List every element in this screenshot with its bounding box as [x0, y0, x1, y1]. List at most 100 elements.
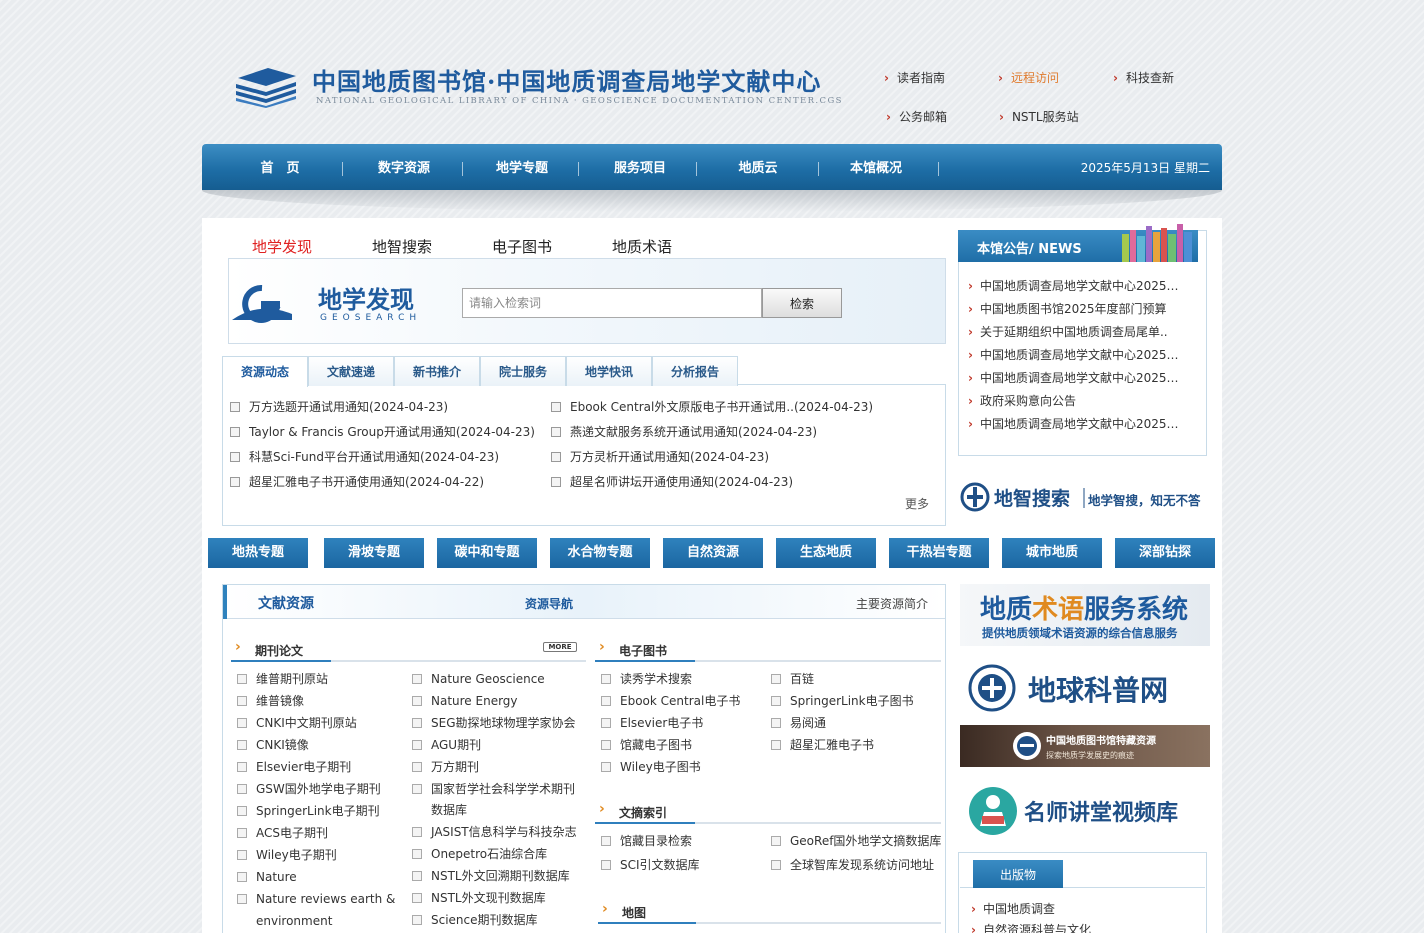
index-link[interactable]: GeoRef国外地学文摘数据库	[771, 830, 941, 852]
search-input[interactable]	[462, 288, 762, 318]
journal-link[interactable]: NSTL外文回溯期刊数据库	[412, 865, 570, 887]
topic-natural-resources[interactable]: 自然资源	[663, 538, 763, 568]
nav-geo-cloud[interactable]: 地质云	[706, 144, 810, 190]
ebook-link[interactable]: 超星汇雅电子书	[771, 734, 874, 756]
news-tab-resource-updates[interactable]: 资源动态	[222, 356, 308, 387]
journals-more-badge[interactable]: MORE	[543, 642, 577, 652]
news-item[interactable]: 万方选题开通试用通知(2024-04-23)	[230, 398, 448, 415]
nav-home[interactable]: 首 页	[230, 144, 330, 190]
news-item[interactable]: 燕递文献服务系统开通试用通知(2024-04-23)	[551, 423, 817, 440]
topic-geothermal[interactable]: 地热专题	[208, 538, 308, 568]
news-tab-geo-news[interactable]: 地学快讯	[566, 356, 652, 386]
ebook-link[interactable]: 易阅通	[771, 712, 826, 734]
notice-item[interactable]: 中国地质图书馆2025年度部门预算	[968, 300, 1184, 317]
journal-link[interactable]: 维普镜像	[237, 690, 304, 712]
ebook-link[interactable]: Ebook Central电子书	[601, 690, 740, 712]
journal-link[interactable]: Nature Geoscience	[412, 668, 545, 690]
search-tab-geo-terms[interactable]: 地质术语	[612, 236, 672, 257]
journal-link[interactable]: Wiley电子期刊	[237, 844, 337, 866]
geo-terms-banner[interactable]: 地质术语服务系统 提供地质领域术语资源的综合信息服务	[960, 584, 1210, 646]
news-tab-analysis[interactable]: 分析报告	[652, 356, 738, 386]
special-collection-banner[interactable]: 中国地质图书馆特藏资源 探索地质学发展史的痕迹	[960, 725, 1210, 767]
journal-link[interactable]: CNKI中文期刊原站	[237, 712, 357, 734]
topic-carbon-neutral[interactable]: 碳中和专题	[437, 538, 537, 568]
news-item[interactable]: 超星汇雅电子书开通使用通知(2024-04-22)	[230, 473, 484, 490]
topic-hydrate[interactable]: 水合物专题	[550, 538, 650, 568]
terms-title-c: 服务系统	[1084, 594, 1188, 625]
link-remote-access[interactable]: 远程访问	[998, 69, 1059, 86]
journal-link[interactable]: Onepetro石油综合库	[412, 843, 547, 865]
journal-link[interactable]: 维普期刊原站	[237, 668, 328, 690]
link-reader-guide[interactable]: 读者指南	[884, 69, 945, 86]
section-journals-title: 期刊论文	[235, 639, 303, 659]
notice-item[interactable]: 中国地质调查局地学文献中心2025年..	[968, 415, 1184, 432]
index-link[interactable]: 馆藏目录检索	[601, 830, 692, 852]
lecture-video-banner[interactable]: 名师讲堂视频库	[960, 782, 1210, 840]
journal-link[interactable]: Nature Energy	[412, 690, 518, 712]
notice-item[interactable]: 中国地质调查局地学文献中心2025年..	[968, 369, 1184, 386]
journal-link[interactable]: SEG勘探地球物理学家协会	[412, 712, 576, 734]
journal-link[interactable]: AGU期刊	[412, 734, 481, 756]
news-item[interactable]: 科慧Sci-Fund平台开通试用通知(2024-04-23)	[230, 448, 499, 465]
earth-science-banner[interactable]: 地球科普网	[960, 660, 1210, 716]
nav-geo-topics[interactable]: 地学专题	[470, 144, 574, 190]
search-tab-ebooks[interactable]: 电子图书	[492, 236, 552, 257]
logo-english-name: NATIONAL GEOLOGICAL LIBRARY OF CHINA · G…	[316, 96, 843, 106]
index-link[interactable]: SCI引文数据库	[601, 854, 700, 876]
journal-link[interactable]: 数据库	[412, 799, 467, 821]
index-link[interactable]: 全球智库发现系统访问地址	[771, 854, 934, 876]
notice-item[interactable]: 中国地质调查局地学文献中心2025年..	[968, 346, 1184, 363]
journal-link[interactable]: 国家哲学社会科学学术期刊	[412, 778, 575, 800]
search-button[interactable]: 检索	[762, 288, 842, 318]
ebook-link[interactable]: Wiley电子图书	[601, 756, 701, 778]
journal-link[interactable]: 万方期刊	[412, 756, 479, 778]
site-logo[interactable]: 中国地质图书馆·中国地质调查局地学文献中心 NATIONAL GEOLOGICA…	[234, 60, 841, 110]
journal-link[interactable]: JASIST信息科学与科技杂志	[412, 821, 577, 843]
news-item[interactable]: Taylor & Francis Group开通试用通知(2024-04-23)	[230, 423, 535, 440]
news-item[interactable]: 超星名师讲坛开通使用通知(2024-04-23)	[551, 473, 793, 490]
search-tab-geo-discovery[interactable]: 地学发现	[252, 236, 312, 257]
journal-link[interactable]: SpringerLink电子期刊	[237, 800, 380, 822]
notice-item[interactable]: 关于延期组织中国地质调查局尾单..	[968, 323, 1184, 340]
journal-link[interactable]: GSW国外地学电子期刊	[237, 778, 381, 800]
ebook-link[interactable]: 馆藏电子图书	[601, 734, 692, 756]
journal-link[interactable]: Science期刊数据库	[412, 909, 538, 931]
link-novelty-search[interactable]: 科技查新	[1113, 69, 1174, 86]
topic-landslide[interactable]: 滑坡专题	[324, 538, 424, 568]
journal-link[interactable]: Nature reviews earth &	[237, 888, 395, 910]
ebook-link[interactable]: SpringerLink电子图书	[771, 690, 914, 712]
journal-link[interactable]: Elsevier电子期刊	[237, 756, 351, 778]
ebook-link[interactable]: 百链	[771, 668, 814, 690]
journal-link[interactable]: CNKI镜像	[237, 734, 309, 756]
news-tab-academician[interactable]: 院士服务	[480, 356, 566, 386]
journal-link[interactable]: environment	[237, 910, 332, 932]
publication-item[interactable]: 中国地质调查	[971, 900, 1187, 917]
search-tab-geo-smart[interactable]: 地智搜索	[372, 236, 432, 257]
topic-urban-geology[interactable]: 城市地质	[1002, 538, 1102, 568]
topic-eco-geology[interactable]: 生态地质	[776, 538, 876, 568]
news-item[interactable]: Ebook Central外文原版电子书开通试用..(2024-04-23)	[551, 398, 873, 415]
section-divider	[598, 922, 941, 924]
news-item[interactable]: 万方灵析开通试用通知(2024-04-23)	[551, 448, 769, 465]
nav-services[interactable]: 服务项目	[588, 144, 692, 190]
journal-link[interactable]: NSTL外文现刊数据库	[412, 887, 546, 909]
notice-item[interactable]: 政府采购意向公告	[968, 392, 1184, 409]
ebook-link[interactable]: 读秀学术搜索	[601, 668, 692, 690]
journal-link[interactable]: ACS电子期刊	[237, 822, 328, 844]
ebook-link[interactable]: Elsevier电子书	[601, 712, 703, 734]
nav-about[interactable]: 本馆概况	[824, 144, 928, 190]
geo-smart-search-banner[interactable]: 地智搜索 地学智搜，知无不答	[960, 478, 1210, 518]
publication-item[interactable]: 自然资源科普与文化	[971, 921, 1187, 933]
news-tab-literature-express[interactable]: 文献速递	[308, 356, 394, 386]
nav-digital-resources[interactable]: 数字资源	[352, 144, 456, 190]
notice-item[interactable]: 中国地质调查局地学文献中心2025年..	[968, 277, 1184, 294]
topic-deep-drilling[interactable]: 深部钻探	[1115, 538, 1215, 568]
resources-intro-link[interactable]: 主要资源简介	[856, 595, 928, 612]
journal-link[interactable]: Nature	[237, 866, 297, 888]
resources-navigation-link[interactable]: 资源导航	[525, 595, 573, 612]
news-more-link[interactable]: 更多	[905, 495, 929, 512]
topic-hot-dry-rock[interactable]: 干热岩专题	[889, 538, 989, 568]
link-nstl-station[interactable]: NSTL服务站	[999, 108, 1079, 125]
link-official-mail[interactable]: 公务邮箱	[886, 108, 947, 125]
news-tab-new-books[interactable]: 新书推介	[394, 356, 480, 386]
